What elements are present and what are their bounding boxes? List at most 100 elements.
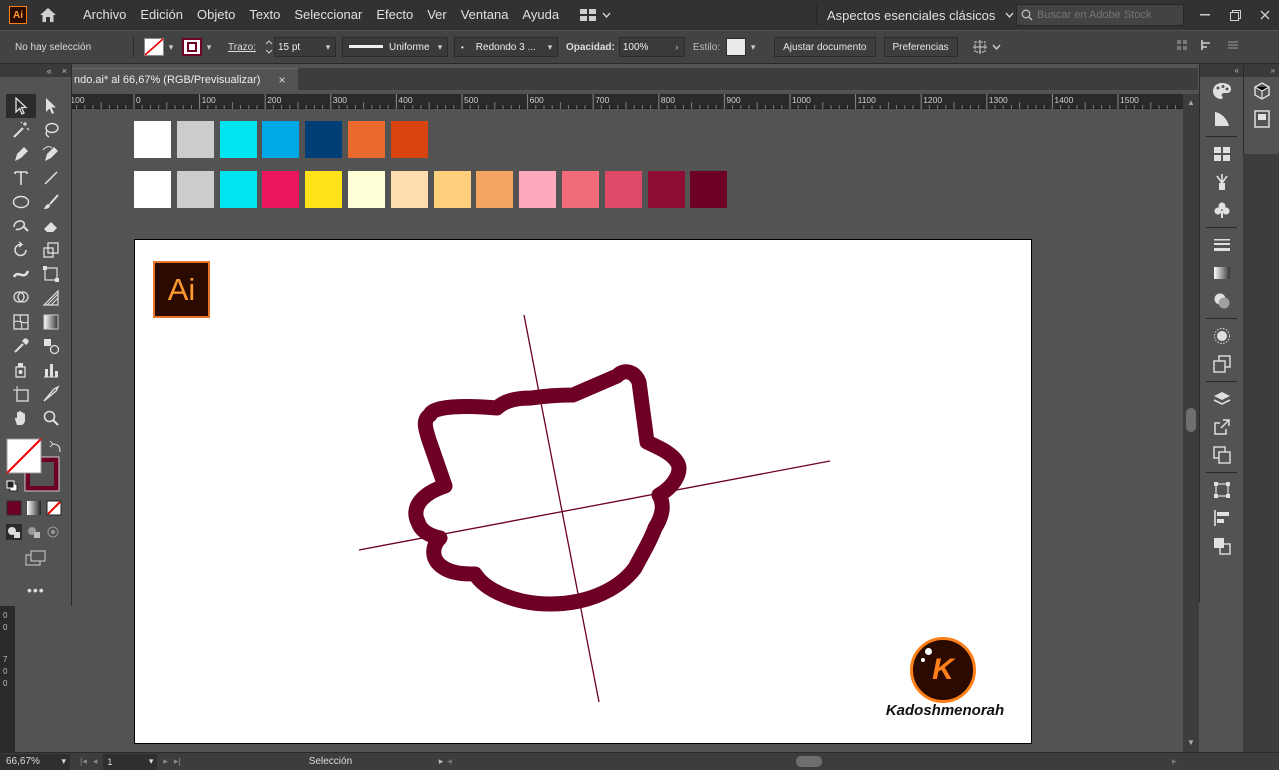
stroke-profile-dropdown[interactable]: Uniforme ▾ bbox=[341, 37, 448, 57]
panel-dock-header[interactable]: « bbox=[1200, 64, 1243, 77]
pen-tool[interactable] bbox=[6, 142, 36, 166]
draw-normal-icon[interactable] bbox=[6, 524, 22, 540]
symbols-panel-button[interactable] bbox=[1200, 196, 1244, 224]
line-tool[interactable] bbox=[36, 166, 66, 190]
artboards-panel-button[interactable] bbox=[1200, 441, 1244, 469]
color-swatch[interactable] bbox=[305, 121, 343, 158]
status-current-tool[interactable]: Selección bbox=[309, 756, 439, 767]
shape-builder-tool[interactable] bbox=[6, 286, 36, 310]
home-icon[interactable] bbox=[38, 5, 58, 25]
scroll-left-icon[interactable]: ◂ bbox=[447, 756, 452, 767]
lasso-tool[interactable] bbox=[36, 118, 66, 142]
menu-efecto[interactable]: Efecto bbox=[369, 0, 420, 30]
stepper-icon[interactable] bbox=[264, 38, 274, 56]
document-tab[interactable]: ndo.ai* al 66,67% (RGB/Previsualizar) × bbox=[72, 68, 298, 90]
color-swatch[interactable] bbox=[562, 171, 599, 208]
stroke-color-control[interactable]: ▾ bbox=[182, 37, 216, 57]
color-swatch[interactable] bbox=[305, 171, 343, 208]
brush-definition-dropdown[interactable]: • Redondo 3 ... ▾ bbox=[453, 37, 558, 57]
color-swatch[interactable] bbox=[176, 171, 214, 208]
artboard-tool[interactable] bbox=[6, 382, 36, 406]
layers-panel-button[interactable] bbox=[1200, 385, 1244, 413]
menu-ventana[interactable]: Ventana bbox=[454, 0, 516, 30]
gradient-mode-icon[interactable] bbox=[26, 500, 42, 516]
next-artboard-icon[interactable]: ▸ bbox=[163, 756, 168, 767]
menu-texto[interactable]: Texto bbox=[242, 0, 287, 30]
graphic-styles-panel-button[interactable] bbox=[1200, 350, 1244, 378]
color-swatch[interactable] bbox=[219, 171, 257, 208]
default-colors-icon[interactable] bbox=[6, 480, 18, 492]
close-window-button[interactable] bbox=[1254, 4, 1276, 26]
menu-archivo[interactable]: Archivo bbox=[76, 0, 133, 30]
collapse-icon[interactable]: » bbox=[1271, 66, 1275, 75]
horizontal-scroll-thumb[interactable] bbox=[796, 756, 822, 767]
selection-tool[interactable] bbox=[6, 94, 36, 118]
stroke-panel-button[interactable] bbox=[1200, 231, 1244, 259]
artboard[interactable]: Ai K Kadoshmenorah bbox=[134, 239, 1032, 744]
width-tool[interactable] bbox=[6, 262, 36, 286]
stroke-weight-control[interactable]: 15 pt ▾ bbox=[264, 37, 336, 57]
opacity-field[interactable]: 100% › bbox=[618, 37, 685, 57]
tools-panel-header[interactable]: « × bbox=[0, 64, 71, 77]
paintbrush-tool[interactable] bbox=[36, 190, 66, 214]
menu-seleccionar[interactable]: Seleccionar bbox=[287, 0, 369, 30]
status-menu-icon[interactable]: ▸ bbox=[439, 756, 444, 767]
cat-head-path[interactable] bbox=[408, 364, 687, 612]
mesh-tool[interactable] bbox=[6, 310, 36, 334]
stock-search-input[interactable] bbox=[1037, 9, 1177, 21]
shaper-tool[interactable] bbox=[6, 214, 36, 238]
draw-behind-icon[interactable] bbox=[26, 524, 42, 540]
workspace-switcher[interactable]: Aspectos esenciales clásicos bbox=[816, 4, 1024, 26]
minimize-button[interactable] bbox=[1194, 4, 1216, 26]
vertical-scroll-thumb[interactable] bbox=[1186, 408, 1196, 432]
fill-color-control[interactable]: ▾ bbox=[144, 37, 178, 57]
brushes-panel-button[interactable] bbox=[1200, 168, 1244, 196]
stroke-label[interactable]: Trazo: bbox=[228, 42, 256, 53]
direct-selection-tool[interactable] bbox=[36, 94, 66, 118]
color-mode-icon[interactable] bbox=[6, 500, 22, 516]
draw-inside-icon[interactable] bbox=[46, 524, 62, 540]
properties-panel-button[interactable] bbox=[1244, 105, 1279, 133]
color-swatch[interactable] bbox=[690, 171, 728, 208]
menu-objeto[interactable]: Objeto bbox=[190, 0, 242, 30]
menu-ayuda[interactable]: Ayuda bbox=[515, 0, 566, 30]
slice-tool[interactable] bbox=[36, 382, 66, 406]
ellipse-tool[interactable] bbox=[6, 190, 36, 214]
swatches-panel-button[interactable] bbox=[1200, 140, 1244, 168]
fit-document-button[interactable]: Ajustar documento bbox=[774, 37, 876, 57]
color-swatch[interactable] bbox=[348, 171, 385, 208]
panel-dock-header[interactable]: » bbox=[1244, 64, 1279, 77]
color-swatch[interactable] bbox=[647, 171, 685, 208]
hand-tool[interactable] bbox=[6, 406, 36, 430]
curvature-tool[interactable] bbox=[36, 142, 66, 166]
color-swatch[interactable] bbox=[262, 121, 300, 158]
column-graph-tool[interactable] bbox=[36, 358, 66, 382]
none-mode-icon[interactable] bbox=[46, 500, 62, 516]
isolate-icon[interactable] bbox=[1176, 39, 1188, 51]
blend-tool[interactable] bbox=[36, 334, 66, 358]
free-transform-tool[interactable] bbox=[36, 262, 66, 286]
perspective-grid-tool[interactable] bbox=[36, 286, 66, 310]
type-tool[interactable] bbox=[6, 166, 36, 190]
color-swatch[interactable] bbox=[433, 171, 471, 208]
transform-options[interactable] bbox=[972, 39, 1001, 55]
menu-edicion[interactable]: Edición bbox=[133, 0, 190, 30]
zoom-dropdown[interactable]: 66,67% ▾ bbox=[0, 753, 70, 770]
stock-search[interactable] bbox=[1016, 4, 1184, 26]
rotate-tool[interactable] bbox=[6, 238, 36, 262]
canvas[interactable]: Ai K Kadoshmenorah bbox=[72, 109, 1183, 752]
close-document-button[interactable]: × bbox=[278, 73, 285, 87]
color-swatch[interactable] bbox=[519, 171, 557, 208]
menu-lines-icon[interactable] bbox=[1228, 40, 1238, 50]
align-panel-button[interactable] bbox=[1200, 504, 1244, 532]
screen-mode-button[interactable] bbox=[25, 550, 47, 569]
scroll-right-icon[interactable]: ▸ bbox=[1172, 756, 1177, 767]
pathfinder-panel-button[interactable] bbox=[1200, 532, 1244, 560]
maximize-button[interactable] bbox=[1224, 4, 1246, 26]
scroll-up-icon[interactable]: ▲ bbox=[1187, 98, 1195, 107]
color-swatch[interactable] bbox=[390, 121, 428, 158]
graphic-style-swatch[interactable] bbox=[726, 38, 747, 56]
color-swatch[interactable] bbox=[219, 121, 257, 158]
first-artboard-icon[interactable]: |◂ bbox=[80, 756, 87, 767]
transform-panel-button[interactable] bbox=[1200, 476, 1244, 504]
